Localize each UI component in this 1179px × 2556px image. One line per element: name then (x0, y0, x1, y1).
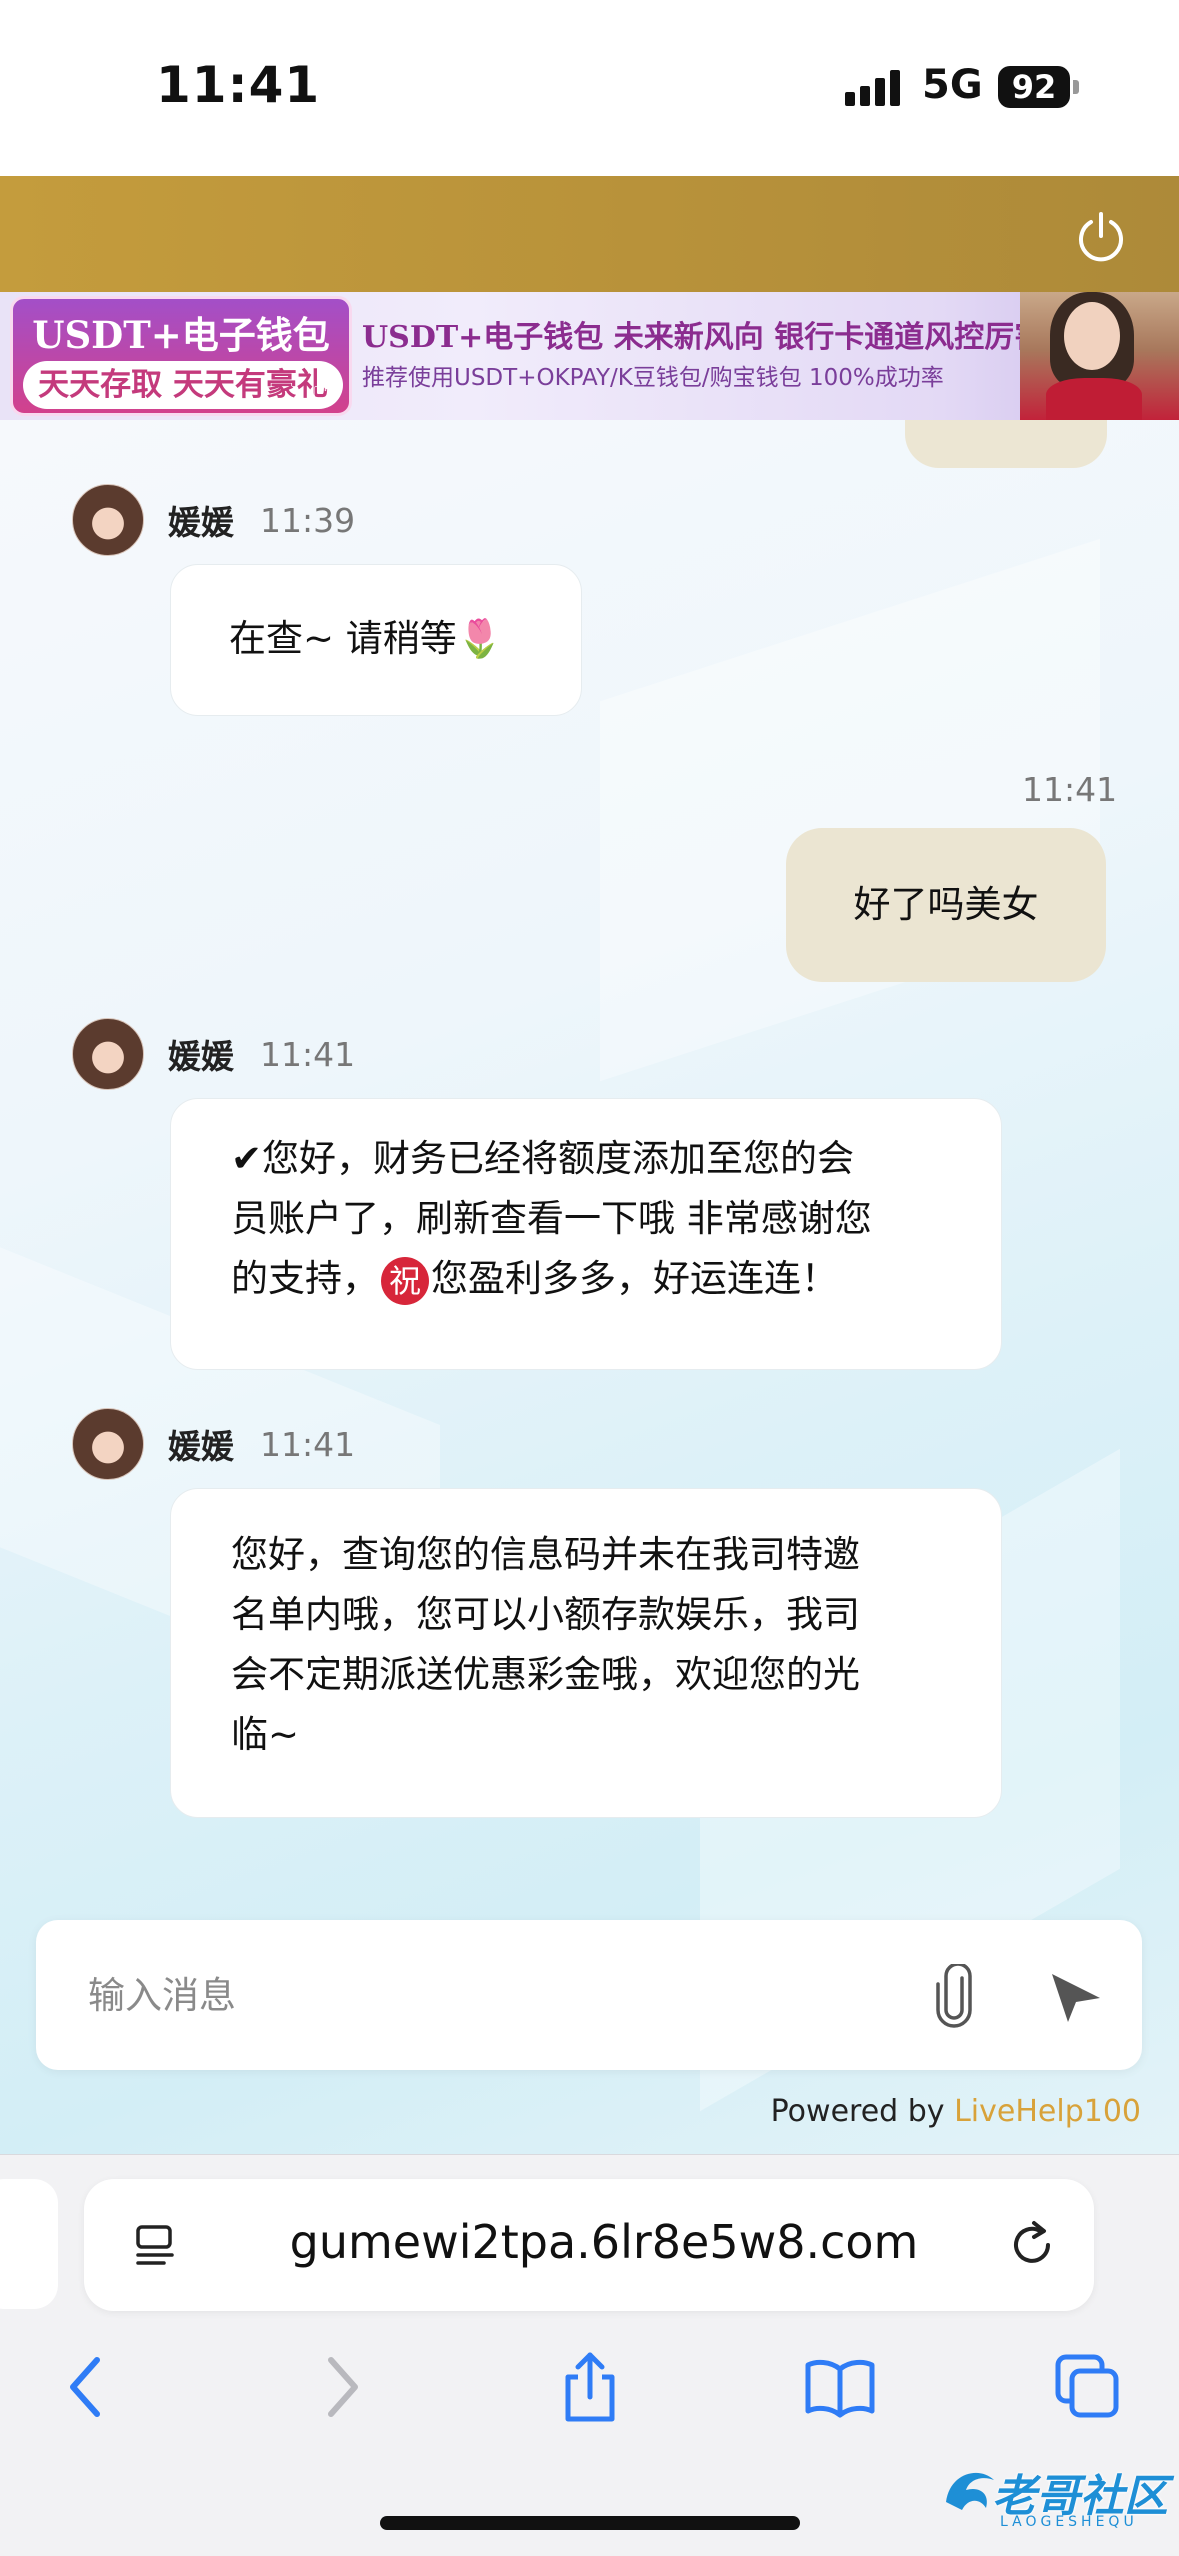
message-time: 11:39 (260, 500, 356, 540)
message-time: 11:41 (260, 1034, 356, 1074)
back-button[interactable] (44, 2345, 128, 2429)
chat-messages[interactable]: 媛媛 11:39 在查~ 请稍等🌷 11:41 好了吗美女 媛媛 11:41 ✔… (0, 420, 1179, 2154)
incoming-message-bubble: 在查~ 请稍等🌷 (170, 564, 582, 716)
message-time: 11:41 (1022, 770, 1118, 809)
message-line: 临~ (231, 1713, 300, 1756)
incoming-message-bubble: 您好，查询您的信息码并未在我司特邀 名单内哦，您可以小额存款娱乐，我司 会不定期… (170, 1488, 1002, 1818)
network-type: 5G (922, 62, 983, 108)
watermark-subtext: LAOGESHEQU (1000, 2514, 1138, 2530)
avatar (72, 1018, 144, 1090)
send-button[interactable] (1036, 1956, 1116, 2036)
powered-by-footer: Powered by LiveHelp100 (771, 2094, 1141, 2129)
message-time: 11:41 (260, 1424, 356, 1464)
sender-name: 媛媛 (168, 503, 234, 542)
outgoing-message-bubble: 好了吗美女 (786, 828, 1106, 982)
share-icon (565, 2352, 615, 2422)
watermark-logo: 老哥社区 LAOGESHEQU (940, 2456, 1168, 2536)
share-button[interactable] (548, 2345, 632, 2429)
previous-outgoing-bubble (905, 420, 1107, 468)
send-arrow-icon (1052, 1974, 1100, 2022)
status-bar: 11:41 5G 92 (0, 0, 1179, 176)
power-icon[interactable] (1073, 208, 1129, 264)
promo-banner[interactable]: USDT+电子钱包 天天存取 天天有豪礼 ☝ USDT+电子钱包 未来新风向 银… (0, 292, 1179, 420)
url-text[interactable]: gumewi2tpa.6lr8e5w8.com (204, 2215, 1004, 2269)
message-text: 好了吗美女 (853, 883, 1039, 926)
signal-strength-icon (845, 66, 905, 106)
battery-indicator: 92 (998, 66, 1070, 108)
powered-by-prefix: Powered by (770, 2094, 955, 2129)
avatar (72, 484, 144, 556)
paperclip-icon (936, 1964, 972, 2028)
sender-name: 媛媛 (168, 1427, 234, 1466)
reload-icon[interactable] (1004, 2217, 1060, 2273)
chat-header (0, 176, 1179, 292)
message-line: 名单内哦，您可以小额存款娱乐，我司 (231, 1593, 860, 1636)
message-header: 媛媛 11:39 (72, 484, 355, 556)
pointer-hand-icon: ☝ (312, 370, 333, 410)
message-line: 会不定期派送优惠彩金哦，欢迎您的光 (231, 1653, 860, 1696)
book-icon (805, 2359, 875, 2418)
message-text: 的支持， (231, 1257, 379, 1300)
chevron-left-icon (70, 2357, 100, 2417)
powered-by-brand-link[interactable]: LiveHelp100 (954, 2094, 1141, 2129)
dragon-logo-icon (946, 2472, 994, 2510)
message-header: 媛媛 11:41 (72, 1408, 355, 1480)
forward-button[interactable] (300, 2345, 384, 2429)
previous-tab-preview[interactable] (0, 2179, 58, 2309)
tabs-button[interactable] (1046, 2345, 1130, 2429)
banner-title: USDT+电子钱包 未来新风向 银行卡通道风控厉害 (362, 320, 1045, 355)
banner-subtitle: 推荐使用USDT+OKPAY/K豆钱包/购宝钱包 100%成功率 (362, 365, 944, 391)
message-line: 员账户了，刷新查看一下哦 非常感谢您 (231, 1197, 872, 1240)
incoming-message-bubble: ✔您好，财务已经将额度添加至您的会 员账户了，刷新查看一下哦 非常感谢您 的支持… (170, 1098, 1002, 1370)
sender-name: 媛媛 (168, 1037, 234, 1076)
banner-badge-slogan: 天天存取 天天有豪礼 (23, 361, 343, 409)
blessing-emoji: 祝 (381, 1256, 429, 1305)
chevron-right-icon (328, 2357, 358, 2417)
tabs-icon (1055, 2354, 1119, 2418)
message-line: 您好，查询您的信息码并未在我司特邀 (231, 1533, 860, 1576)
page-menu-icon[interactable] (132, 2221, 180, 2269)
address-bar[interactable]: gumewi2tpa.6lr8e5w8.com (84, 2179, 1094, 2311)
battery-tip (1073, 80, 1079, 94)
message-line: 的支持，祝您盈利多多，好运连连！ (231, 1249, 961, 1309)
message-input[interactable] (88, 1958, 888, 2032)
message-text: 您盈利多多，好运连连！ (431, 1257, 838, 1300)
message-text: 在查~ 请稍等🌷 (229, 617, 503, 660)
banner-badge-title: USDT+电子钱包 (32, 313, 330, 357)
avatar (72, 1408, 144, 1480)
home-indicator (380, 2516, 800, 2530)
bookmarks-button[interactable] (798, 2345, 882, 2429)
message-header: 媛媛 11:41 (72, 1018, 355, 1090)
attachment-button[interactable] (916, 1956, 992, 2036)
message-composer (36, 1920, 1142, 2070)
message-line: ✔您好，财务已经将额度添加至您的会 (231, 1137, 855, 1180)
status-time: 11:41 (156, 56, 321, 114)
banner-badge: USDT+电子钱包 天天存取 天天有豪礼 (10, 296, 352, 416)
banner-model-photo (1020, 292, 1179, 420)
